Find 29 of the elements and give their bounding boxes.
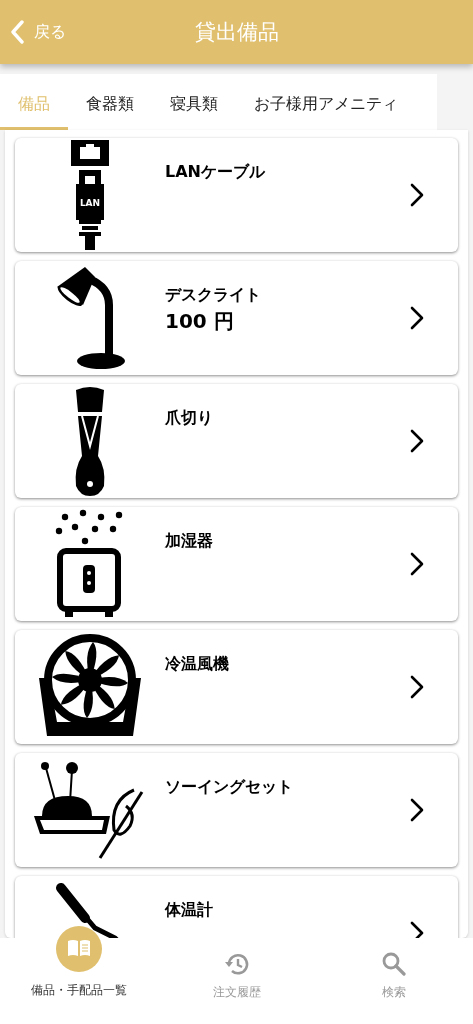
chevron-left-icon [10,20,24,44]
item-name: LANケーブル [165,162,266,183]
item-card[interactable]: デスクライト 100 円 [15,261,458,375]
chevron-right-icon [410,675,424,699]
chevron-right-icon [410,798,424,822]
humidifier-icon [55,509,125,619]
category-tab[interactable]: お子様用アメニティ [236,74,408,130]
item-name: 体温計 [165,900,214,921]
item-card[interactable]: 爪切り [15,384,458,498]
desk-lamp-icon [55,265,125,371]
chevron-right-icon [410,183,424,207]
item-card[interactable]: 体温計 [15,876,458,938]
item-name: 加湿器 [165,531,214,552]
category-tab[interactable]: 食器類 [68,74,152,130]
page-title: 貸出備品 [194,19,279,46]
item-price: 100 円 [165,308,235,335]
item-card[interactable]: ソーイングセット [15,753,458,867]
item-name: 爪切り [165,408,214,429]
item-card[interactable]: 冷温風機 [15,630,458,744]
item-card[interactable]: 加湿器 [15,507,458,621]
category-tab[interactable]: 寝具類 [152,74,236,130]
chevron-right-icon [410,552,424,576]
item-card[interactable]: LAN LANケーブル [15,138,458,252]
chevron-right-icon [410,429,424,453]
chevron-right-icon [410,921,424,938]
item-name: 冷温風機 [165,654,230,675]
chevron-right-icon [410,306,424,330]
item-name: デスクライト [165,285,262,306]
item-name: ソーイングセット [165,777,294,798]
